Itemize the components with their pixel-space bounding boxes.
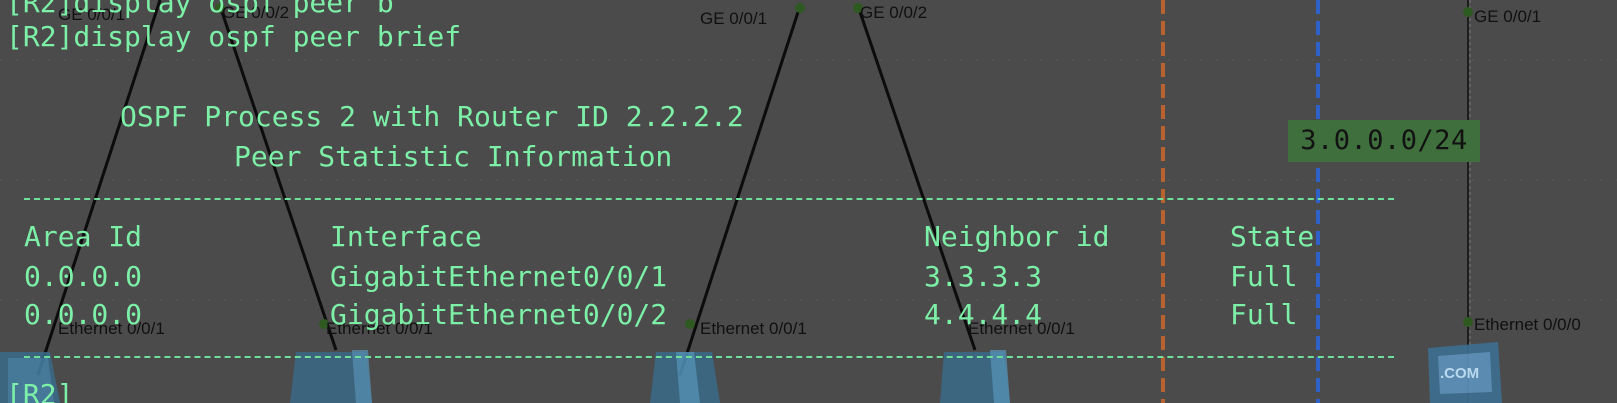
terminal-command: [R2]display ospf peer brief — [6, 20, 462, 53]
header-neighbor-id: Neighbor id — [924, 220, 1110, 253]
row1-interface: GigabitEthernet0/0/1 — [330, 260, 668, 293]
terminal-line-previous: [R2]display ospf peer b — [6, 0, 394, 19]
header-interface: Interface — [330, 220, 482, 253]
divider-bottom — [24, 356, 1394, 358]
row1-neighbor-id: 3.3.3.3 — [924, 260, 1043, 293]
divider-top — [24, 198, 1394, 200]
peer-statistic-line: Peer Statistic Information — [234, 140, 673, 173]
terminal-console[interactable]: [R2]display ospf peer b [R2]display ospf… — [0, 0, 1617, 403]
terminal-prompt[interactable]: [R2] — [6, 378, 73, 403]
header-area-id: Area Id — [24, 220, 143, 253]
ensp-workspace: GE 0/0/1 GE 0/0/2 GE 0/0/1 GE 0/0/2 GE 0… — [0, 0, 1617, 403]
row2-interface: GigabitEthernet0/0/2 — [330, 298, 668, 331]
row1-area-id: 0.0.0.0 — [24, 260, 143, 293]
row2-area-id: 0.0.0.0 — [24, 298, 143, 331]
row2-neighbor-id: 4.4.4.4 — [924, 298, 1043, 331]
header-state: State — [1230, 220, 1315, 253]
row2-state: Full — [1230, 298, 1298, 331]
row1-state: Full — [1230, 260, 1298, 293]
ospf-process-line: OSPF Process 2 with Router ID 2.2.2.2 — [120, 100, 744, 133]
